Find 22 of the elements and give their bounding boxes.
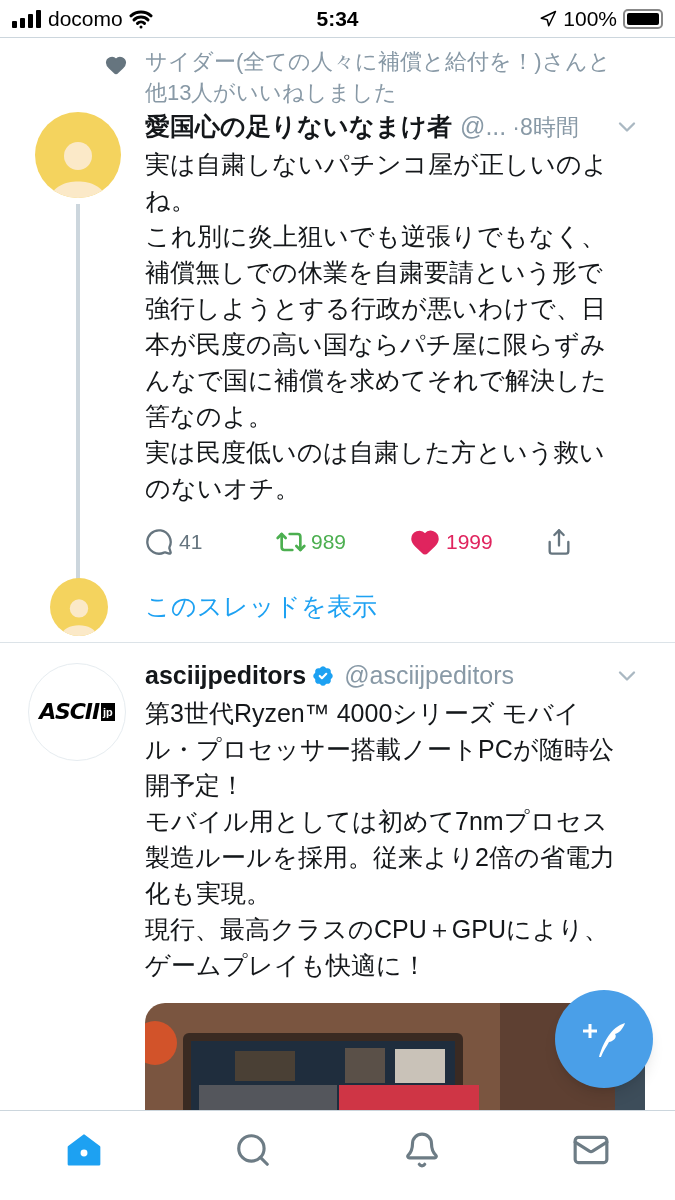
social-context: サイダー(全ての人々に補償と給付を！)さんと他13人がいいねしました <box>145 48 612 107</box>
clock: 5:34 <box>315 5 360 32</box>
like-count: 1999 <box>446 529 493 556</box>
battery-icon <box>623 8 663 29</box>
logo-badge: jp <box>101 703 115 721</box>
tweet-time: ·8時間 <box>512 112 579 142</box>
location-icon <box>539 9 558 28</box>
tweet-text: 実は自粛しないパチンコ屋が正しいのよね。 これ別に炎上狙いでも逆張りでもなく、補償無しでの休業を自粛要請という形で強行しようとする行政が悪いわけで、日本が民度の高い国ならパチ屋に限らずみんなで国に補償を求めてそれで解決した筈なのよ。 実は民度低いのは自粛した方という救いのないオチ。 <box>145 149 609 504</box>
reply-icon[interactable] <box>145 528 173 556</box>
carrier-name: docomo <box>48 5 123 32</box>
heart-icon <box>105 54 127 76</box>
author-name[interactable]: asciijpeditors <box>145 657 307 695</box>
battery-percent: 100% <box>563 5 617 32</box>
author-name[interactable]: 愛国心の足りないなまけ者 <box>145 108 452 146</box>
home-icon <box>66 1132 103 1168</box>
retweet-count: 989 <box>311 529 347 556</box>
signal-icon <box>12 9 42 28</box>
logo-text: ASCII <box>39 701 100 723</box>
tweet-text: 第3世代Ryzen™ 4000シリーズ モバイル・プロセッサー搭載ノートPCが随時公開予定！ モバイル用としては初めて7nmプロセス製造ルールを採用。従来より2倍の省電力化も実現。 現行、最高クラスのCPU＋GPUにより、ゲームプレイも快適に！ <box>145 698 615 981</box>
author-handle: @asciijpeditors <box>344 660 515 692</box>
reply-count: 41 <box>179 529 203 556</box>
author-handle: @... <box>460 111 507 143</box>
